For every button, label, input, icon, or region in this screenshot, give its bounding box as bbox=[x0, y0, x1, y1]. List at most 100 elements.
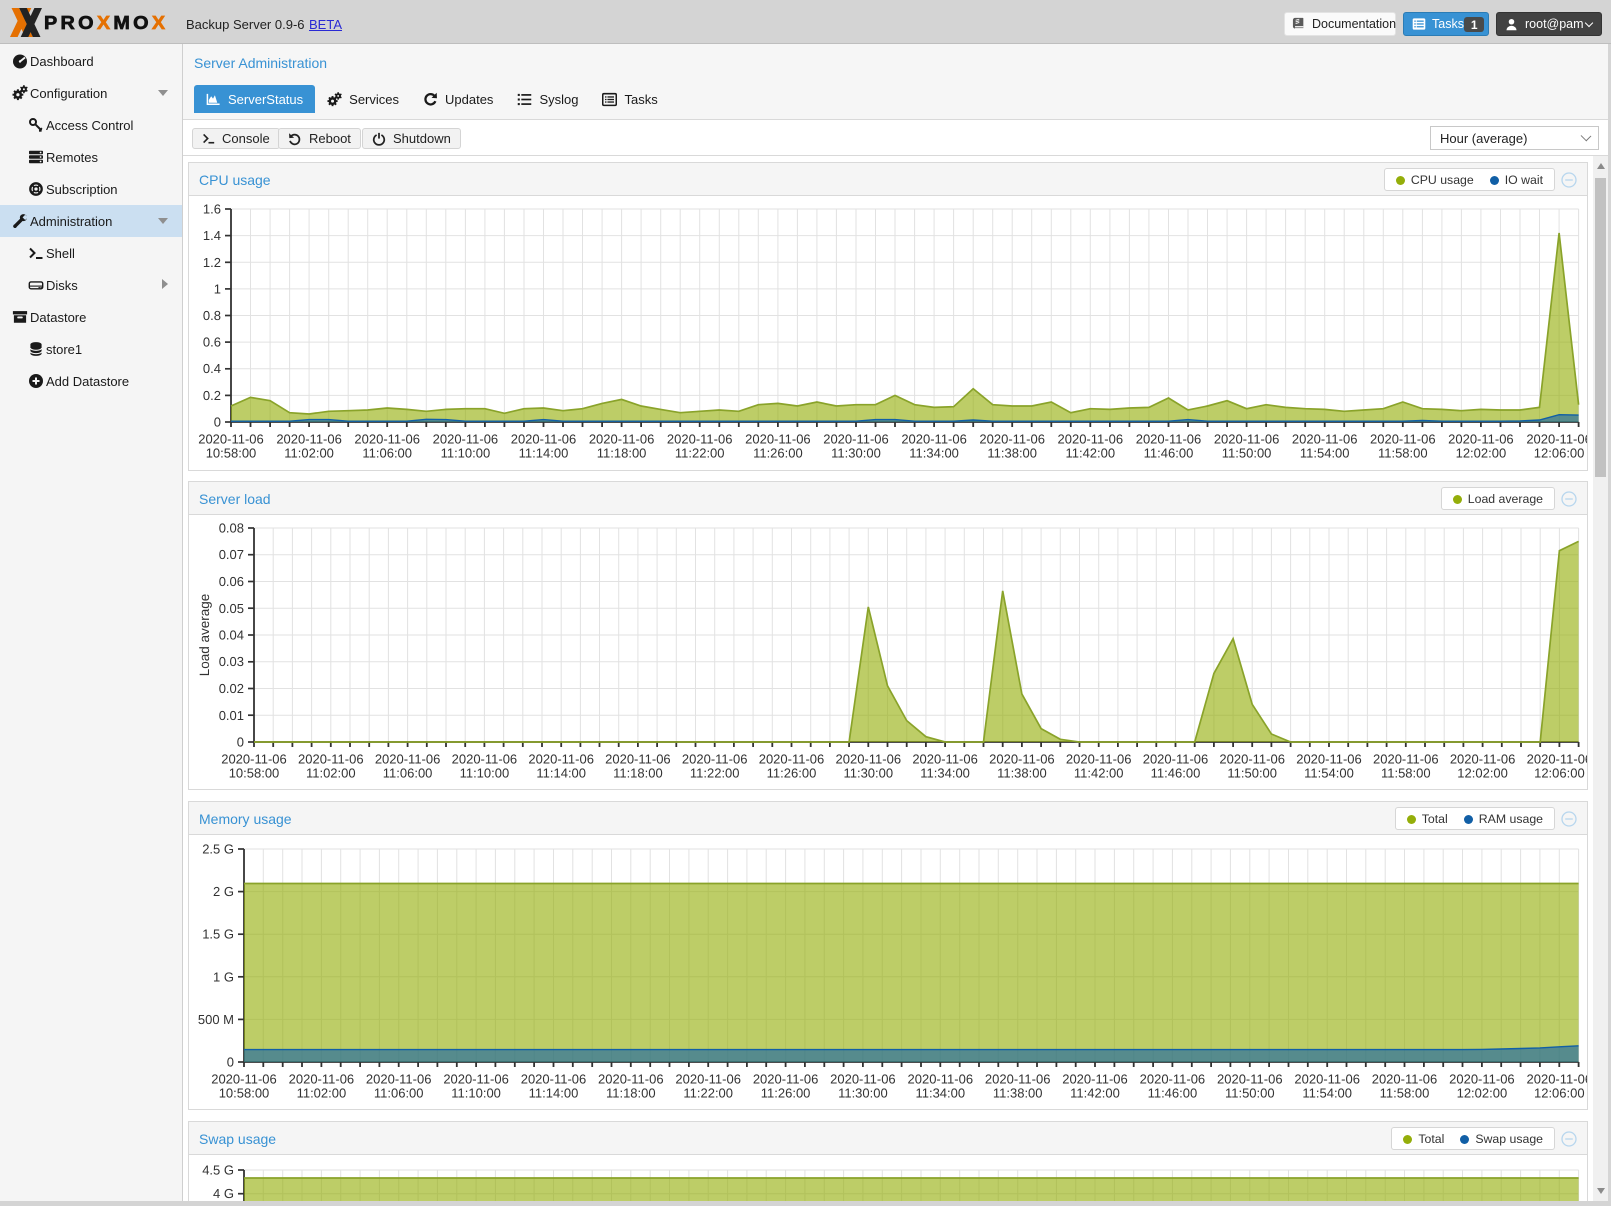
svg-text:11:50:00: 11:50:00 bbox=[1222, 446, 1272, 461]
svg-text:2020-11-06: 2020-11-06 bbox=[1292, 432, 1358, 447]
svg-text:2020-11-06: 2020-11-06 bbox=[745, 432, 811, 447]
svg-text:2020-11-06: 2020-11-06 bbox=[682, 752, 748, 767]
svg-text:11:34:00: 11:34:00 bbox=[920, 766, 970, 781]
svg-text:2 G: 2 G bbox=[213, 884, 234, 899]
svg-text:0.2: 0.2 bbox=[203, 388, 221, 403]
svg-text:2020-11-06: 2020-11-06 bbox=[521, 1072, 587, 1087]
svg-text:12:06:00: 12:06:00 bbox=[1534, 1086, 1585, 1101]
svg-text:0: 0 bbox=[214, 415, 221, 430]
svg-text:11:50:00: 11:50:00 bbox=[1227, 766, 1277, 781]
svg-text:2020-11-06: 2020-11-06 bbox=[1450, 752, 1516, 767]
svg-text:2020-11-06: 2020-11-06 bbox=[1373, 752, 1439, 767]
svg-text:2020-11-06: 2020-11-06 bbox=[211, 1072, 277, 1087]
svg-text:2020-11-06: 2020-11-06 bbox=[1527, 1072, 1587, 1087]
svg-text:2020-11-06: 2020-11-06 bbox=[443, 1072, 509, 1087]
svg-text:2020-11-06: 2020-11-06 bbox=[289, 1072, 355, 1087]
svg-text:11:46:00: 11:46:00 bbox=[1151, 766, 1201, 781]
svg-text:11:30:00: 11:30:00 bbox=[831, 446, 881, 461]
svg-text:1 G: 1 G bbox=[213, 969, 234, 984]
svg-text:2020-11-06: 2020-11-06 bbox=[1058, 432, 1124, 447]
svg-text:2020-11-06: 2020-11-06 bbox=[276, 432, 342, 447]
svg-text:0.08: 0.08 bbox=[219, 521, 244, 536]
svg-text:12:02:00: 12:02:00 bbox=[1457, 1086, 1508, 1101]
svg-text:Load average: Load average bbox=[197, 594, 212, 677]
svg-text:2020-11-06: 2020-11-06 bbox=[298, 752, 364, 767]
svg-text:11:30:00: 11:30:00 bbox=[843, 766, 893, 781]
svg-text:11:14:00: 11:14:00 bbox=[536, 766, 586, 781]
svg-text:11:14:00: 11:14:00 bbox=[519, 446, 569, 461]
svg-text:2020-11-06: 2020-11-06 bbox=[667, 432, 733, 447]
svg-text:11:46:00: 11:46:00 bbox=[1144, 446, 1194, 461]
svg-text:2020-11-06: 2020-11-06 bbox=[433, 432, 499, 447]
svg-text:12:02:00: 12:02:00 bbox=[1457, 766, 1508, 781]
svg-text:11:42:00: 11:42:00 bbox=[1070, 1086, 1120, 1101]
svg-text:2020-11-06: 2020-11-06 bbox=[589, 432, 655, 447]
svg-text:1.2: 1.2 bbox=[203, 255, 221, 270]
svg-text:2020-11-06: 2020-11-06 bbox=[985, 1072, 1051, 1087]
svg-text:11:26:00: 11:26:00 bbox=[761, 1086, 811, 1101]
svg-text:10:58:00: 10:58:00 bbox=[229, 766, 280, 781]
svg-text:11:18:00: 11:18:00 bbox=[606, 1086, 656, 1101]
svg-text:11:38:00: 11:38:00 bbox=[987, 446, 1037, 461]
svg-text:4.5 G: 4.5 G bbox=[202, 1163, 234, 1178]
svg-text:2020-11-06: 2020-11-06 bbox=[528, 752, 594, 767]
svg-text:11:34:00: 11:34:00 bbox=[915, 1086, 965, 1101]
svg-text:11:02:00: 11:02:00 bbox=[284, 446, 334, 461]
svg-text:11:18:00: 11:18:00 bbox=[613, 766, 663, 781]
svg-text:0.8: 0.8 bbox=[203, 308, 221, 323]
svg-text:2020-11-06: 2020-11-06 bbox=[1140, 1072, 1206, 1087]
svg-text:2020-11-06: 2020-11-06 bbox=[759, 752, 825, 767]
svg-text:2020-11-06: 2020-11-06 bbox=[823, 432, 889, 447]
svg-text:2020-11-06: 2020-11-06 bbox=[1217, 1072, 1283, 1087]
svg-text:2020-11-06: 2020-11-06 bbox=[1526, 432, 1587, 447]
svg-text:1.5 G: 1.5 G bbox=[202, 927, 234, 942]
svg-text:11:26:00: 11:26:00 bbox=[767, 766, 817, 781]
svg-text:2020-11-06: 2020-11-06 bbox=[452, 752, 518, 767]
svg-text:0.06: 0.06 bbox=[219, 574, 244, 589]
svg-text:11:06:00: 11:06:00 bbox=[362, 446, 412, 461]
svg-text:2020-11-06: 2020-11-06 bbox=[354, 432, 420, 447]
svg-text:2020-11-06: 2020-11-06 bbox=[1448, 432, 1514, 447]
svg-text:10:58:00: 10:58:00 bbox=[206, 446, 257, 461]
svg-text:11:30:00: 11:30:00 bbox=[838, 1086, 888, 1101]
svg-text:12:02:00: 12:02:00 bbox=[1456, 446, 1507, 461]
svg-text:2020-11-06: 2020-11-06 bbox=[1062, 1072, 1128, 1087]
svg-text:2020-11-06: 2020-11-06 bbox=[1296, 752, 1362, 767]
svg-text:11:02:00: 11:02:00 bbox=[297, 1086, 347, 1101]
svg-text:1.6: 1.6 bbox=[203, 202, 221, 217]
svg-text:2020-11-06: 2020-11-06 bbox=[366, 1072, 432, 1087]
svg-text:0.4: 0.4 bbox=[203, 361, 221, 376]
svg-text:10:58:00: 10:58:00 bbox=[219, 1086, 270, 1101]
svg-text:12:06:00: 12:06:00 bbox=[1534, 446, 1585, 461]
svg-text:4 G: 4 G bbox=[213, 1186, 234, 1201]
svg-text:500 M: 500 M bbox=[198, 1012, 234, 1027]
svg-text:11:42:00: 11:42:00 bbox=[1065, 446, 1115, 461]
svg-text:0.03: 0.03 bbox=[219, 654, 244, 669]
svg-text:2020-11-06: 2020-11-06 bbox=[1449, 1072, 1515, 1087]
svg-text:2020-11-06: 2020-11-06 bbox=[901, 432, 967, 447]
svg-text:11:34:00: 11:34:00 bbox=[909, 446, 959, 461]
svg-text:1.4: 1.4 bbox=[203, 228, 221, 243]
svg-text:2020-11-06: 2020-11-06 bbox=[912, 752, 978, 767]
svg-text:11:54:00: 11:54:00 bbox=[1304, 766, 1354, 781]
svg-text:11:14:00: 11:14:00 bbox=[529, 1086, 579, 1101]
svg-text:11:10:00: 11:10:00 bbox=[441, 446, 491, 461]
svg-text:0: 0 bbox=[237, 735, 244, 750]
svg-text:2020-11-06: 2020-11-06 bbox=[908, 1072, 974, 1087]
svg-text:11:54:00: 11:54:00 bbox=[1302, 1086, 1352, 1101]
svg-text:0.04: 0.04 bbox=[219, 628, 244, 643]
svg-text:11:38:00: 11:38:00 bbox=[993, 1086, 1043, 1101]
svg-text:2020-11-06: 2020-11-06 bbox=[753, 1072, 819, 1087]
svg-text:2020-11-06: 2020-11-06 bbox=[1143, 752, 1209, 767]
svg-text:11:10:00: 11:10:00 bbox=[451, 1086, 501, 1101]
svg-text:0: 0 bbox=[227, 1055, 234, 1070]
svg-text:11:50:00: 11:50:00 bbox=[1225, 1086, 1275, 1101]
svg-text:11:10:00: 11:10:00 bbox=[460, 766, 510, 781]
svg-text:2.5 G: 2.5 G bbox=[202, 842, 234, 857]
svg-text:11:06:00: 11:06:00 bbox=[383, 766, 433, 781]
svg-text:11:22:00: 11:22:00 bbox=[675, 446, 725, 461]
svg-text:11:58:00: 11:58:00 bbox=[1378, 446, 1428, 461]
svg-text:11:46:00: 11:46:00 bbox=[1148, 1086, 1198, 1101]
svg-text:2020-11-06: 2020-11-06 bbox=[598, 1072, 664, 1087]
svg-text:2020-11-06: 2020-11-06 bbox=[1527, 752, 1587, 767]
